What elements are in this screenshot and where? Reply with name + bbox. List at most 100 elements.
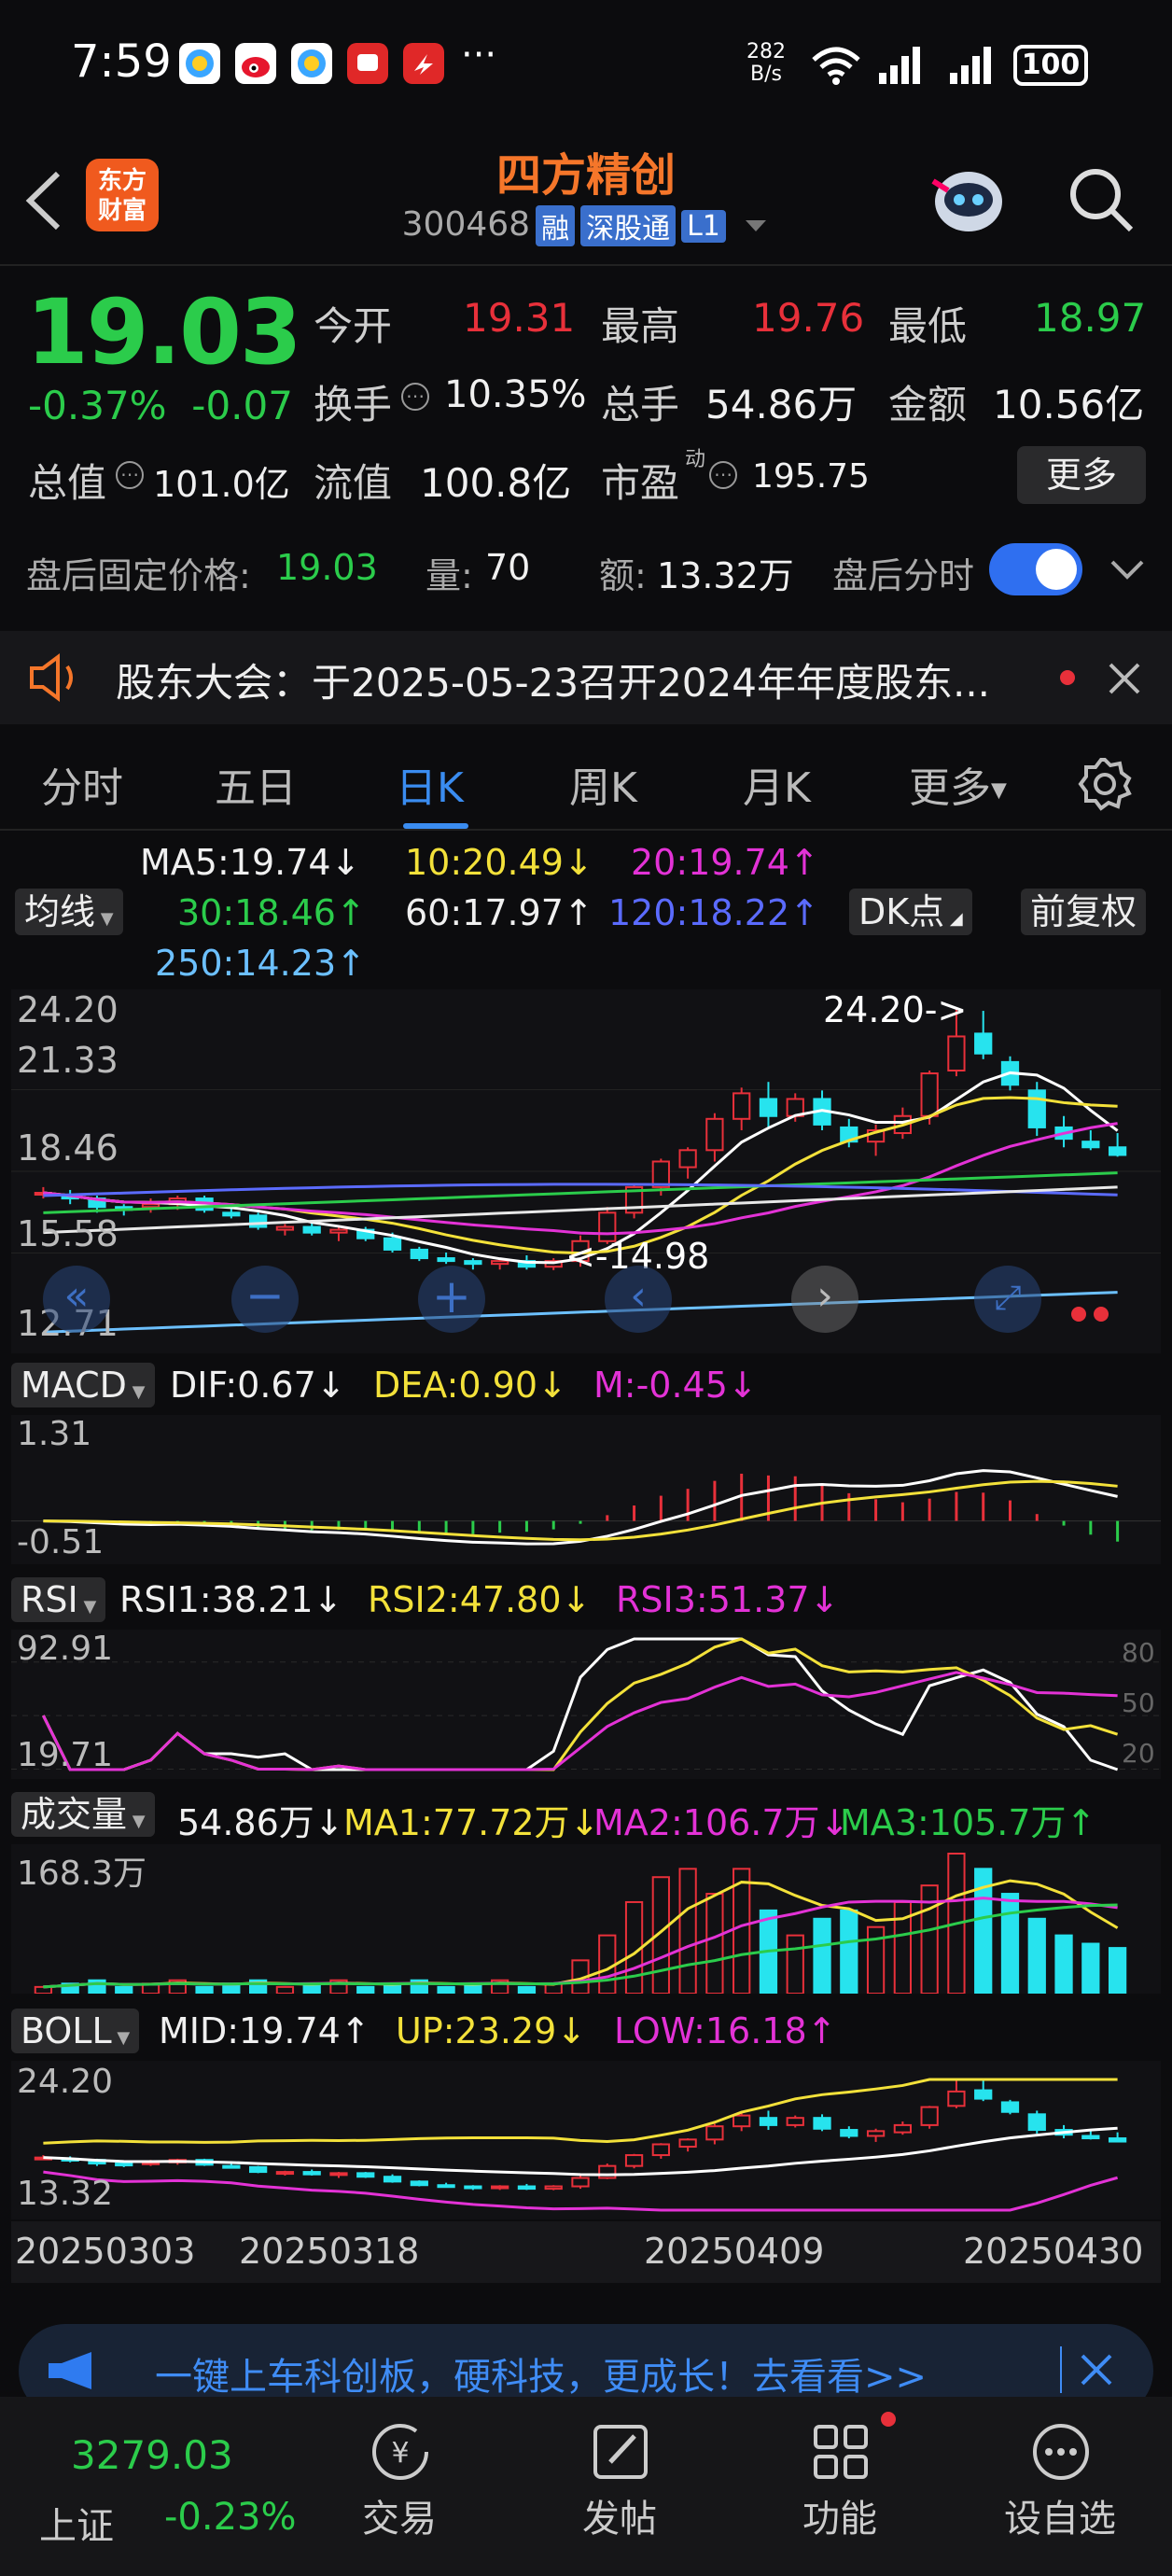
active-tab-indicator xyxy=(403,823,468,829)
boll-svg xyxy=(34,2078,1127,2212)
zoom-out-button[interactable]: − xyxy=(231,1266,299,1333)
close-icon[interactable] xyxy=(1079,2352,1114,2387)
kline-chart-area[interactable]: MA5:19.74↓ 10:20.49↓ 20:19.74↑ 均线 ▼ 30:1… xyxy=(0,831,1172,2305)
boll-candle xyxy=(759,2117,778,2126)
pe-label: 市盈 xyxy=(601,460,680,506)
index-ticker[interactable]: 3279.03 上证 -0.23% xyxy=(0,2397,299,2576)
dk-point-button[interactable]: DK点 ◢ xyxy=(849,889,972,935)
volume-value: 54.86万 xyxy=(705,382,858,427)
yuan-exchange-icon: ¥ xyxy=(372,2424,428,2480)
notice-bar[interactable]: 股东大会：于2025-05-23召开2024年年度股东... xyxy=(0,631,1172,724)
low-label: 最低 xyxy=(888,303,968,349)
stock-header: 东方 财富 四方精创 300468 融深股通 L1 xyxy=(0,131,1172,266)
after-hours-toggle[interactable] xyxy=(989,543,1082,595)
boll-candle xyxy=(544,2185,563,2191)
macd-select[interactable]: MACD ▼ xyxy=(11,1363,155,1407)
boll-candle xyxy=(1081,2135,1100,2140)
tab-more[interactable]: 更多▼ xyxy=(909,754,1007,814)
kline-axis-2: 21.33 xyxy=(17,1040,119,1081)
nav-post[interactable]: 发帖 xyxy=(536,2397,704,2576)
price-adjust-button[interactable]: 前复权 xyxy=(1021,889,1147,935)
ma5-value: MA5:19.74↓ xyxy=(140,842,361,883)
robot-assistant-icon[interactable] xyxy=(924,153,1013,243)
kline-panel[interactable]: 24.20 21.33 18.46 15.58 12.71 24.20-> <-… xyxy=(11,989,1161,1353)
macd-dif: DIF:0.67↓ xyxy=(170,1365,346,1406)
scroll-left-fast-button[interactable]: « xyxy=(43,1266,110,1333)
volume-bar xyxy=(840,1909,858,1995)
volume-ma1: MA1:77.72万↓ xyxy=(343,1802,600,1843)
ma-select[interactable]: 均线 ▼ xyxy=(15,889,123,935)
boll-panel[interactable]: 24.20 13.32 xyxy=(11,2061,1161,2219)
date-label: 20250430 xyxy=(963,2231,1144,2272)
boll-axis-bottom: 13.32 xyxy=(17,2175,114,2213)
volume-panel[interactable]: 168.3万 xyxy=(11,1844,1161,1995)
amount-label: 金额 xyxy=(888,382,968,427)
period-tabs: 分时 五日 日K 周K 月K 更多▼ xyxy=(0,737,1172,831)
tab-five-day[interactable]: 五日 xyxy=(215,754,297,814)
tab-weekly-k[interactable]: 周K xyxy=(569,754,637,814)
signal-icon xyxy=(950,47,991,84)
nav-functions[interactable]: 功能 xyxy=(756,2397,924,2576)
rsi3-line xyxy=(42,1671,1118,1771)
macd-axis-top: 1.31 xyxy=(17,1415,92,1453)
boll-candle xyxy=(678,2138,697,2149)
boll-candle xyxy=(1108,2137,1127,2143)
rsi-select[interactable]: RSI ▼ xyxy=(11,1577,106,1622)
macd-svg xyxy=(11,1469,1161,1546)
banner-text: 一键上车科创板，硬科技，更成长！去看看>> xyxy=(155,2356,928,2399)
scroll-left-button[interactable]: ‹ xyxy=(605,1266,672,1333)
volume-bar xyxy=(705,1893,724,1995)
volume-bar xyxy=(732,1868,751,1995)
kline-candle xyxy=(222,1211,241,1217)
high-value: 19.76 xyxy=(752,295,865,341)
close-icon[interactable] xyxy=(1107,661,1142,696)
kline-candle xyxy=(141,1203,160,1209)
info-icon[interactable]: ⋯ xyxy=(709,461,737,489)
boll-candle xyxy=(732,2114,751,2128)
more-quote-button[interactable]: 更多 xyxy=(1017,446,1146,504)
info-icon[interactable]: ⋯ xyxy=(116,461,144,489)
tab-intraday[interactable]: 分时 xyxy=(41,754,123,814)
boll-select[interactable]: BOLL ▼ xyxy=(11,2009,140,2053)
volume-bar xyxy=(1081,1942,1100,1995)
svg-text:¥: ¥ xyxy=(391,2437,409,2470)
boll-candle xyxy=(491,2185,509,2190)
nav-add-watchlist[interactable]: 设自选 xyxy=(976,2397,1144,2576)
signal-icon xyxy=(879,47,920,84)
volume-bar xyxy=(1027,1917,1046,1995)
tab-daily-k[interactable]: 日K xyxy=(396,754,464,814)
speaker-icon xyxy=(30,653,73,702)
fullscreen-button[interactable]: ⤢ xyxy=(974,1266,1041,1333)
boll-candle xyxy=(813,2117,831,2130)
kline-candle xyxy=(302,1225,321,1234)
volume-select[interactable]: 成交量 ▼ xyxy=(11,1792,155,1837)
info-icon[interactable]: ⋯ xyxy=(401,383,429,411)
macd-panel[interactable]: 1.31 -0.51 xyxy=(11,1415,1161,1564)
high-label: 最高 xyxy=(601,303,680,349)
volume-ma2: MA2:106.7万↓ xyxy=(593,1802,850,1843)
search-icon[interactable] xyxy=(1064,162,1138,237)
after-hours-row: 盘后固定价格: 19.03 量: 70 额: 13.32万 盘后分时 xyxy=(26,543,1146,599)
tab-monthly-k[interactable]: 月K xyxy=(743,754,811,814)
kline-candle xyxy=(275,1225,295,1231)
mktcap-value: 101.0亿 xyxy=(153,464,290,505)
high-marker: 24.20-> xyxy=(823,989,968,1030)
volume-svg xyxy=(34,1853,1127,1995)
boll-candle xyxy=(464,2185,482,2190)
chevron-down-icon[interactable] xyxy=(1109,556,1146,584)
zoom-in-button[interactable]: + xyxy=(418,1266,485,1333)
battery-icon: 100 xyxy=(1013,45,1088,86)
scroll-right-button[interactable]: › xyxy=(791,1266,858,1333)
boll-candle xyxy=(920,2106,939,2126)
nav-trade[interactable]: ¥ 交易 xyxy=(315,2397,483,2576)
pe-superscript: 动 xyxy=(685,448,706,471)
date-axis: 20250303 20250318 20250409 20250430 xyxy=(11,2221,1161,2283)
ma10-value: 10:20.49↓ xyxy=(405,842,593,883)
rsi-panel[interactable]: 92.91 19.71 80 50 20 xyxy=(11,1630,1161,1779)
kline-candle xyxy=(383,1237,402,1251)
boll-candle xyxy=(356,2172,375,2178)
after-hours-chart-label: 盘后分时 xyxy=(832,555,975,596)
gear-icon[interactable] xyxy=(1077,756,1133,812)
volume-ma3: MA3:105.7万↑ xyxy=(840,1802,1096,1843)
kline-axis-4: 15.58 xyxy=(17,1213,119,1254)
